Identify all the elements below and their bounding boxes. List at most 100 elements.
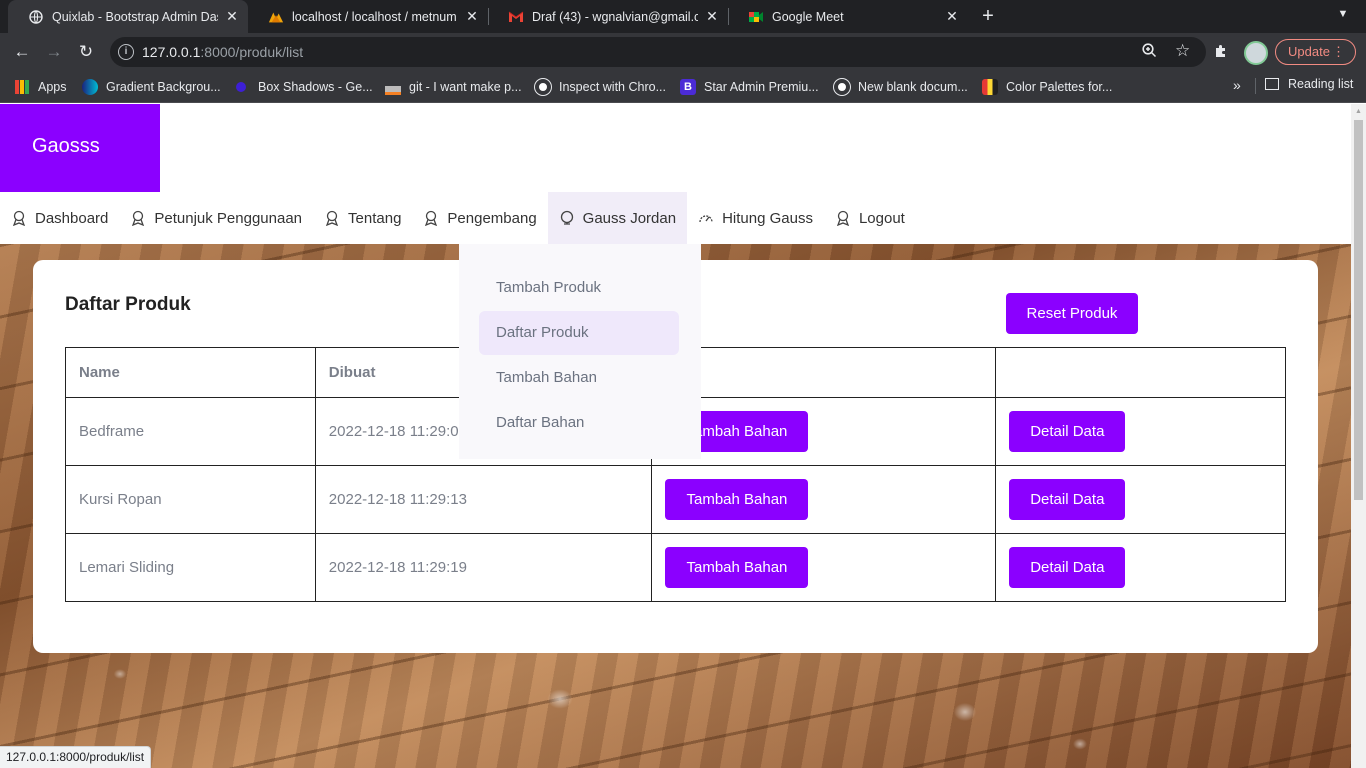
extensions-puzzle-icon[interactable] — [1213, 43, 1229, 64]
meet-icon — [748, 9, 764, 25]
award-icon — [836, 210, 850, 226]
reset-produk-button[interactable]: Reset Produk — [1006, 293, 1138, 334]
cell-action: Tambah Bahan — [651, 533, 997, 602]
tab-title: Draf (43) - wgnalvian@gmail.com — [532, 9, 698, 24]
nav-item-hitung-gauss[interactable]: Hitung Gauss — [687, 192, 824, 244]
dropdown-item-tambah-produk[interactable]: Tambah Produk — [479, 266, 679, 310]
stackoverflow-icon — [385, 79, 401, 95]
globe-icon — [535, 79, 551, 95]
new-tab-button[interactable]: + — [976, 4, 1000, 28]
reload-icon[interactable]: ↻ — [73, 39, 99, 65]
tab-search-icon[interactable]: ▼ — [1335, 8, 1351, 24]
detail-data-button[interactable]: Detail Data — [1009, 547, 1126, 588]
bookmark-color-palettes[interactable]: Color Palettes for... — [982, 77, 1112, 97]
speedometer-icon — [699, 215, 713, 223]
palette-icon — [982, 79, 998, 95]
forward-icon[interactable]: → — [41, 39, 67, 65]
bookmark-box-shadows[interactable]: Box Shadows - Ge... — [236, 77, 373, 97]
award-icon — [425, 210, 438, 226]
globe-icon — [28, 9, 44, 25]
nav-item-tentang[interactable]: Tentang — [313, 192, 412, 244]
profile-avatar[interactable] — [1244, 41, 1268, 65]
cell-action: Detail Data — [995, 397, 1286, 466]
back-icon[interactable]: ← — [9, 39, 35, 65]
close-icon[interactable]: ✕ — [944, 8, 960, 25]
tab-title: Quixlab - Bootstrap Admin Dashboard — [52, 9, 218, 24]
reading-list-icon — [1265, 78, 1279, 90]
nav-item-pengembang[interactable]: Pengembang — [412, 192, 547, 244]
cell-created: 2022-12-18 11:29:13 — [314, 465, 653, 534]
bookmark-star-admin[interactable]: B Star Admin Premiu... — [680, 77, 819, 97]
url-text[interactable]: 127.0.0.1:8000/produk/list — [142, 44, 303, 60]
tab-title: Google Meet — [772, 9, 844, 24]
tab-title: localhost / localhost / metnum — [292, 9, 457, 24]
dropdown-item-tambah-bahan[interactable]: Tambah Bahan — [479, 356, 679, 400]
browser-tab-gmail[interactable]: Draf (43) - wgnalvian@gmail.com ✕ — [488, 0, 728, 33]
column-header-action-2 — [995, 347, 1286, 398]
bookmark-git-stackoverflow[interactable]: git - I want make p... — [385, 77, 522, 97]
cell-name: Kursi Ropan — [65, 465, 316, 534]
award-icon — [12, 210, 26, 226]
globe-icon — [834, 79, 850, 95]
reading-list-button[interactable]: Reading list — [1265, 77, 1353, 91]
browser-tab-strip: Quixlab - Bootstrap Admin Dashboard ✕ lo… — [0, 0, 1366, 33]
detail-data-button[interactable]: Detail Data — [1009, 411, 1126, 452]
browser-tab-phpmyadmin[interactable]: localhost / localhost / metnum ✕ — [248, 0, 488, 33]
bookmark-star-icon[interactable]: ☆ — [1175, 41, 1190, 61]
column-header-name: Name — [65, 347, 316, 398]
main-navigation: Dashboard Petunjuk Penggunaan Tentang Pe… — [0, 192, 916, 244]
bookmark-gradient-background[interactable]: Gradient Backgrou... — [82, 77, 221, 97]
globe-icon — [560, 210, 573, 225]
chevron-double-right-icon[interactable]: » — [1233, 77, 1241, 93]
link-status-bar: 127.0.0.1:8000/produk/list — [0, 746, 152, 768]
table-row: Lemari Sliding 2022-12-18 11:29:19 Tamba… — [65, 533, 1286, 602]
address-bar[interactable]: i 127.0.0.1:8000/produk/list ☆ — [110, 37, 1206, 67]
gauss-jordan-dropdown-menu: Tambah Produk Daftar Produk Tambah Bahan… — [459, 244, 701, 459]
close-icon[interactable]: ✕ — [224, 8, 240, 25]
cell-action: Tambah Bahan — [651, 397, 997, 466]
tambah-bahan-button[interactable]: Tambah Bahan — [665, 479, 809, 520]
page-title: Daftar Produk — [65, 294, 191, 315]
kebab-menu-icon: ⋮ — [1332, 44, 1345, 59]
award-icon — [325, 210, 339, 226]
browser-tab-google-meet[interactable]: Google Meet ✕ — [728, 0, 968, 33]
bookmark-apps[interactable]: Apps — [15, 77, 67, 97]
scroll-up-arrow-icon[interactable]: ▲ — [1355, 108, 1362, 115]
bookmarks-bar: Apps Gradient Backgrou... Box Shadows - … — [0, 71, 1366, 103]
phpmyadmin-icon — [268, 9, 284, 25]
column-header-action-1 — [651, 347, 997, 398]
apps-grid-icon — [15, 80, 29, 94]
cell-action: Detail Data — [995, 533, 1286, 602]
tambah-bahan-button[interactable]: Tambah Bahan — [665, 547, 809, 588]
browser-toolbar: ← → ↻ i 127.0.0.1:8000/produk/list ☆ — [0, 33, 1366, 71]
update-button[interactable]: Update ⋮ — [1275, 39, 1356, 65]
page-scrollbar[interactable]: ▲ — [1351, 104, 1366, 768]
cell-action: Detail Data — [995, 465, 1286, 534]
nav-item-gauss-jordan[interactable]: Gauss Jordan — [547, 192, 688, 244]
site-info-icon[interactable]: i — [118, 44, 134, 60]
gradient-site-icon — [82, 79, 98, 95]
box-shadow-site-icon — [236, 82, 246, 92]
nav-item-petunjuk-penggunaan[interactable]: Petunjuk Penggunaan — [119, 192, 313, 244]
brand-logo[interactable]: Gaosss — [0, 104, 160, 192]
page-viewport: Gaosss Dashboard Petunjuk Penggunaan Ten… — [0, 104, 1351, 768]
table-row: Kursi Ropan 2022-12-18 11:29:13 Tambah B… — [65, 465, 1286, 534]
close-icon[interactable]: ✕ — [704, 8, 720, 25]
cell-action: Tambah Bahan — [651, 465, 997, 534]
nav-item-logout[interactable]: Logout — [824, 192, 916, 244]
browser-tab-quixlab[interactable]: Quixlab - Bootstrap Admin Dashboard ✕ — [8, 0, 248, 33]
cell-name: Lemari Sliding — [65, 533, 316, 602]
zoom-icon[interactable] — [1142, 43, 1157, 62]
dropdown-item-daftar-produk[interactable]: Daftar Produk — [479, 311, 679, 355]
scrollbar-thumb[interactable] — [1354, 120, 1363, 500]
bookmark-new-blank-doc[interactable]: New blank docum... — [834, 77, 968, 97]
award-icon — [132, 210, 145, 226]
detail-data-button[interactable]: Detail Data — [1009, 479, 1126, 520]
close-icon[interactable]: ✕ — [464, 8, 480, 25]
bookmark-inspect-chrome[interactable]: Inspect with Chro... — [535, 77, 666, 97]
dropdown-item-daftar-bahan[interactable]: Daftar Bahan — [479, 401, 679, 445]
gmail-icon — [508, 9, 524, 25]
nav-item-dashboard[interactable]: Dashboard — [0, 192, 119, 244]
bootstrap-icon: B — [680, 79, 696, 95]
bookmarks-separator — [1255, 78, 1256, 94]
